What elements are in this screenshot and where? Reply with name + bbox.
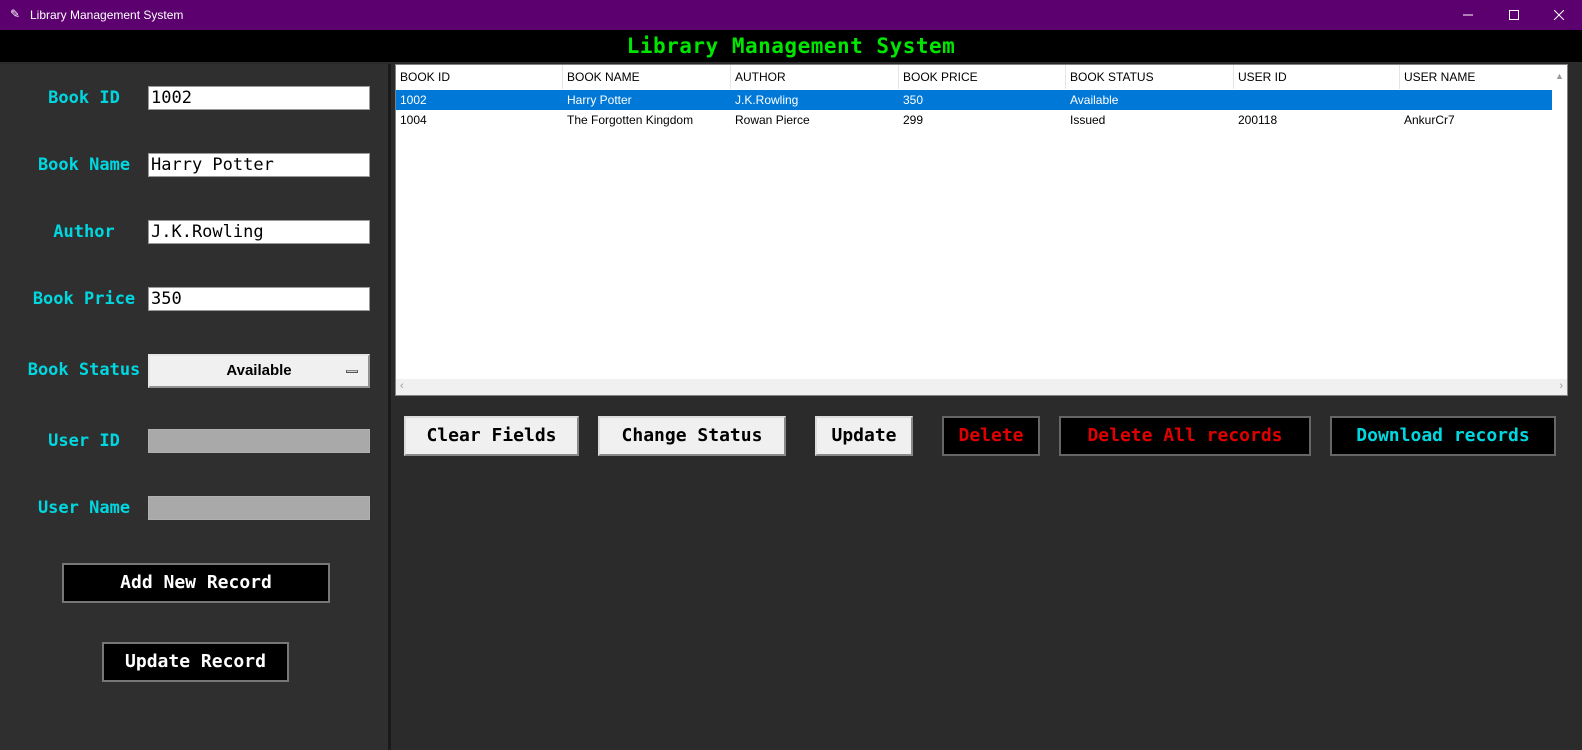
table-cell: Issued: [1070, 113, 1106, 127]
table-cell: Harry Potter: [567, 93, 632, 107]
book-price-field[interactable]: 350: [148, 287, 370, 311]
change-status-button[interactable]: Change Status: [598, 416, 786, 456]
column-header-book-name[interactable]: BOOK NAME: [563, 65, 731, 89]
feather-icon: ✎: [10, 7, 21, 21]
add-new-record-button[interactable]: Add New Record: [62, 563, 330, 603]
column-header-user-id[interactable]: USER ID: [1234, 65, 1400, 89]
app-header: Library Management System: [0, 30, 1582, 62]
table-cell: Rowan Pierce: [735, 113, 810, 127]
table-row[interactable]: 1004 The Forgotten Kingdom Rowan Pierce …: [396, 110, 1553, 130]
table-cell: 299: [903, 113, 924, 127]
table-cell: Available: [1070, 93, 1119, 107]
clear-fields-button[interactable]: Clear Fields: [404, 416, 579, 456]
book-id-label: Book ID: [48, 88, 120, 108]
horizontal-scrollbar[interactable]: ‹ ›: [396, 379, 1567, 395]
minimize-icon: [1463, 14, 1473, 16]
column-header-book-price[interactable]: BOOK PRICE: [899, 65, 1066, 89]
book-status-label: Book Status: [27, 360, 141, 380]
records-table[interactable]: BOOK ID BOOK NAME AUTHOR BOOK PRICE BOOK…: [395, 64, 1568, 396]
page-title: Library Management System: [626, 34, 956, 58]
table-cell: 350: [903, 93, 924, 107]
user-id-field: [148, 429, 370, 453]
table-cell: [1400, 90, 1404, 110]
table-cell: 1004: [400, 113, 427, 127]
close-button[interactable]: [1536, 0, 1582, 30]
user-id-label: User ID: [48, 431, 120, 451]
maximize-icon: [1509, 10, 1519, 20]
delete-all-records-button[interactable]: Delete All records: [1059, 416, 1311, 456]
book-id-field[interactable]: 1002: [148, 86, 370, 110]
update-button[interactable]: Update: [815, 416, 913, 456]
book-status-value: Available: [226, 362, 292, 379]
column-header-book-id[interactable]: BOOK ID: [396, 65, 563, 89]
column-header-book-status[interactable]: BOOK STATUS: [1066, 65, 1234, 89]
close-icon: [1554, 10, 1564, 20]
author-field[interactable]: J.K.Rowling: [148, 220, 370, 244]
delete-button[interactable]: Delete: [942, 416, 1040, 456]
author-label: Author: [53, 222, 115, 242]
window-titlebar: ✎ Library Management System: [0, 0, 1582, 30]
window-title: Library Management System: [30, 8, 184, 22]
scroll-left-icon[interactable]: ‹: [400, 380, 404, 392]
table-cell: 1002: [400, 93, 427, 107]
book-price-label: Book Price: [32, 289, 136, 309]
scroll-up-icon[interactable]: ▲: [1555, 71, 1564, 81]
table-header: BOOK ID BOOK NAME AUTHOR BOOK PRICE BOOK…: [396, 65, 1553, 89]
table-cell: [1234, 90, 1238, 110]
table-row[interactable]: 1002 Harry Potter J.K.Rowling 350 Availa…: [396, 90, 1553, 110]
book-name-label: Book Name: [37, 155, 131, 175]
book-status-dropdown[interactable]: Available: [148, 354, 370, 388]
update-record-button[interactable]: Update Record: [102, 642, 289, 682]
vertical-scrollbar[interactable]: ▲: [1552, 65, 1567, 380]
user-name-field: [148, 496, 370, 520]
table-cell: AnkurCr7: [1404, 113, 1455, 127]
column-header-user-name[interactable]: USER NAME: [1400, 65, 1553, 89]
table-cell: The Forgotten Kingdom: [567, 113, 694, 127]
minimize-button[interactable]: [1445, 0, 1491, 30]
scroll-right-icon[interactable]: ›: [1559, 380, 1563, 392]
user-name-label: User Name: [37, 498, 131, 518]
book-name-field[interactable]: Harry Potter: [148, 153, 370, 177]
download-records-button[interactable]: Download records: [1330, 416, 1556, 456]
dropdown-indicator-icon: [346, 370, 358, 373]
table-cell: 200118: [1238, 113, 1278, 127]
table-cell: J.K.Rowling: [735, 93, 799, 107]
record-form-panel: Book ID 1002 Book Name Harry Potter Auth…: [0, 64, 391, 750]
column-header-author[interactable]: AUTHOR: [731, 65, 899, 89]
maximize-button[interactable]: [1491, 0, 1537, 30]
